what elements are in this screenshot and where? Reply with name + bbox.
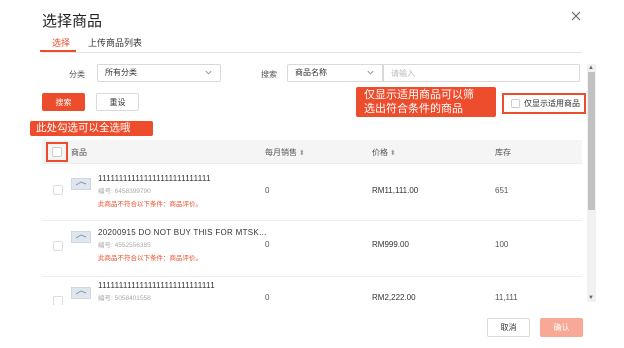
search-field-select[interactable]: 商品名称 [287, 64, 383, 82]
search-label: 搜索 [261, 70, 277, 79]
scrollbar-thumb[interactable] [588, 72, 595, 210]
price-cell: RM999.00 [372, 240, 409, 249]
row-checkbox[interactable] [53, 241, 63, 251]
tab-upload-product-list[interactable]: 上传商品列表 [88, 36, 142, 49]
scrollbar[interactable]: ▲ ▼ [587, 64, 596, 302]
chevron-down-icon [366, 68, 375, 77]
product-name: 1111111111111111111111111111 [98, 281, 215, 290]
header-monthly-sales[interactable]: 每月销售 ⬍ [265, 147, 305, 158]
monthly-sales-cell: 0 [265, 293, 270, 302]
search-button[interactable]: 搜索 [42, 93, 85, 111]
header-product: 商品 [71, 148, 87, 157]
cancel-button[interactable]: 取消 [487, 318, 530, 337]
header-price-label: 价格 [372, 148, 388, 157]
category-select-value: 所有分类 [105, 68, 137, 77]
confirm-button[interactable]: 确认 [540, 318, 583, 337]
only-applicable-toggle[interactable]: 仅显示适用商品 [502, 93, 586, 114]
price-cell: RM11,111.00 [372, 186, 419, 195]
sort-icon: ⬍ [390, 150, 396, 157]
product-name: 111111111111111111111111111 [98, 174, 211, 183]
category-select[interactable]: 所有分类 [97, 64, 221, 82]
table-row[interactable]: 1111111111111111111111111111 编号: 5058401… [42, 277, 582, 305]
product-sku: 编号: 4552556385 [98, 242, 151, 249]
product-sku: 编号: 5058401558 [98, 295, 151, 302]
tab-select[interactable]: 选择 [52, 36, 70, 49]
stock-cell: 11,111 [495, 293, 518, 302]
row-checkbox[interactable] [53, 185, 63, 195]
table-header: 商品 每月销售 ⬍ 价格 ⬍ 库存 [42, 140, 582, 164]
table-row[interactable]: 20200915 DO NOT BUY THIS FOR MTSK... 编号:… [42, 221, 582, 277]
dialog-title: 选择商品 [42, 13, 103, 30]
search-field-value: 商品名称 [295, 68, 327, 77]
sort-icon: ⬍ [299, 150, 305, 157]
select-all-checkbox[interactable] [52, 147, 62, 157]
stock-cell: 100 [495, 240, 509, 249]
filter-annotation: 仅显示适用商品可以筛 选出符合条件的商品 [356, 87, 496, 117]
filter-annotation-line-2: 选出符合条件的商品 [364, 103, 463, 115]
scroll-up-icon[interactable]: ▲ [588, 65, 594, 71]
stock-cell: 651 [495, 186, 509, 195]
reset-button[interactable]: 重设 [96, 93, 139, 111]
category-label: 分类 [69, 70, 85, 79]
product-thumbnail [71, 231, 91, 243]
monthly-sales-cell: 0 [265, 186, 270, 195]
only-applicable-label: 仅显示适用商品 [524, 99, 580, 108]
product-name: 20200915 DO NOT BUY THIS FOR MTSK... [98, 228, 267, 237]
header-monthly-sales-label: 每月销售 [265, 148, 297, 157]
row-checkbox[interactable] [53, 296, 63, 305]
chevron-down-icon [204, 68, 213, 77]
product-sku: 编号: 6458399790 [98, 188, 151, 195]
header-price[interactable]: 价格 ⬍ [372, 147, 396, 158]
product-thumbnail [71, 178, 91, 190]
tabs-divider [42, 52, 582, 53]
product-thumbnail [71, 287, 91, 299]
table-row[interactable]: 111111111111111111111111111 编号: 64583997… [42, 165, 582, 221]
monthly-sales-cell: 0 [265, 240, 270, 249]
close-icon[interactable] [569, 9, 583, 23]
only-applicable-checkbox[interactable] [511, 99, 520, 108]
header-stock: 库存 [495, 148, 511, 157]
select-all-annotation: 此处勾选可以全选哦 [30, 121, 153, 136]
product-warning: 此商品不符合以下条件：商品评价。 [98, 201, 202, 208]
product-warning: 此商品不符合以下条件：商品评价。 [98, 255, 202, 262]
price-cell: RM2,222.00 [372, 293, 416, 302]
search-input[interactable] [383, 64, 580, 82]
scroll-down-icon[interactable]: ▼ [588, 295, 594, 301]
filter-annotation-line-1: 仅显示适用商品可以筛 [364, 89, 474, 101]
